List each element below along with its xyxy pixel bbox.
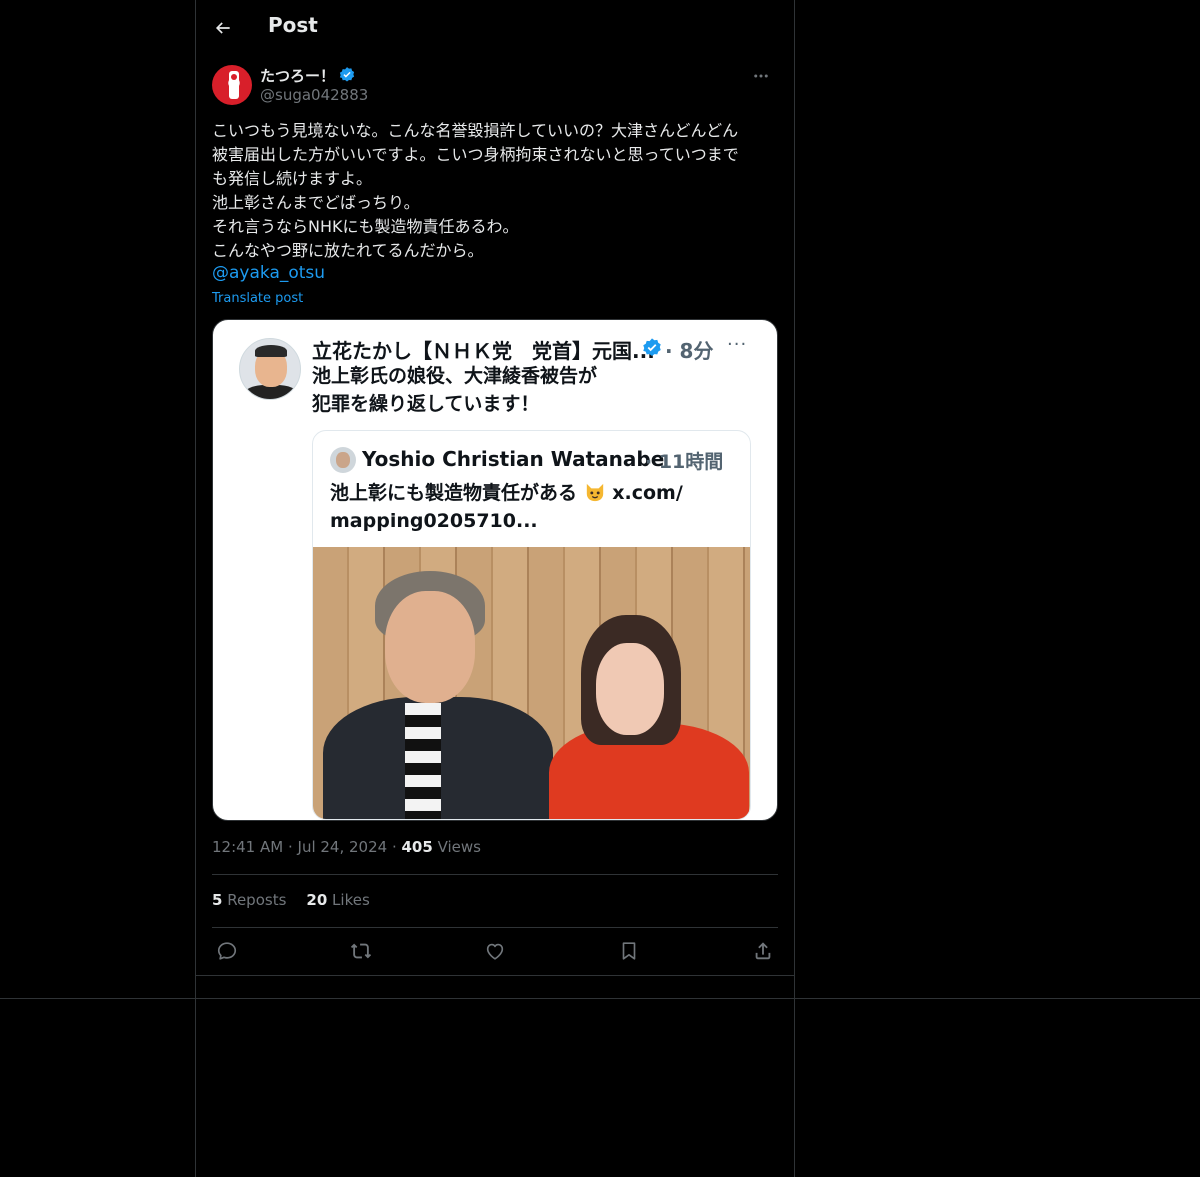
right-column-border bbox=[794, 0, 795, 1177]
likes-label: Likes bbox=[327, 891, 370, 909]
quoted-verified-icon bbox=[643, 338, 661, 356]
likes-count: 20 bbox=[306, 891, 328, 909]
page-divider bbox=[0, 998, 1200, 999]
quoted-text: 池上彰氏の娘役、大津綾香被告が 犯罪を繰り返しています！ bbox=[312, 365, 598, 415]
post-media-image[interactable]: 立花たかし【ＮＨＫ党 党首】元国... · 8分 ··· 池上彰氏の娘役、大津綾… bbox=[212, 319, 778, 821]
inner-avatar-face bbox=[336, 452, 350, 468]
inner-time: · 11時間 bbox=[645, 451, 724, 473]
quoted-author-name: 立花たかし【ＮＨＫ党 党首】元国... bbox=[312, 339, 655, 363]
author-handle[interactable]: @suga042883 bbox=[260, 86, 368, 104]
post-date[interactable]: Jul 24, 2024 bbox=[298, 838, 388, 856]
cat-face-icon bbox=[586, 483, 603, 502]
inner-text: 池上彰にも製造物責任がある x.com/ mapping0205710... bbox=[330, 479, 740, 535]
author-display-name[interactable]: たつろー！ bbox=[260, 65, 335, 86]
post-actions bbox=[212, 930, 778, 974]
more-options-button[interactable] bbox=[744, 64, 778, 88]
inner-avatar bbox=[330, 447, 356, 473]
avatar-graphic-dot bbox=[231, 74, 237, 80]
post-author: たつろー！ @suga042883 bbox=[212, 64, 778, 108]
post-stats: 5 Reposts 20 Likes bbox=[212, 891, 390, 909]
repost-icon bbox=[350, 943, 372, 959]
reply-button[interactable] bbox=[212, 936, 242, 966]
reposts-stat[interactable]: 5 Reposts bbox=[212, 891, 286, 909]
share-icon bbox=[755, 942, 771, 960]
quoted-more-icon: ··· bbox=[727, 334, 748, 355]
post-time[interactable]: 12:41 AM bbox=[212, 838, 283, 856]
views-label: Views bbox=[432, 838, 481, 856]
views-count: 405 bbox=[401, 838, 433, 856]
post-bottom-border bbox=[196, 975, 794, 976]
more-icon bbox=[754, 74, 768, 78]
meta-separator: · bbox=[283, 838, 298, 856]
translate-post-link[interactable]: Translate post bbox=[212, 291, 303, 306]
back-button[interactable] bbox=[206, 11, 240, 45]
page-title: Post bbox=[268, 13, 318, 37]
like-button[interactable] bbox=[480, 936, 510, 966]
post-detail-column: Post たつろー！ @suga042883 こいつもう見境ないな。こんな名誉毀… bbox=[196, 0, 794, 976]
bookmark-button[interactable] bbox=[614, 936, 644, 966]
post-metadata: 12:41 AM · Jul 24, 2024 · 405 Views bbox=[212, 838, 481, 856]
author-avatar[interactable] bbox=[212, 65, 252, 105]
inner-photo bbox=[313, 547, 750, 819]
quoted-time: · 8分 bbox=[665, 339, 714, 363]
post-header: Post bbox=[196, 0, 794, 56]
meta-separator: · bbox=[387, 838, 402, 856]
repost-button[interactable] bbox=[346, 936, 376, 966]
photo-man-face bbox=[385, 591, 475, 703]
reposts-count: 5 bbox=[212, 891, 223, 909]
reply-icon bbox=[217, 942, 237, 960]
avatar-suit bbox=[244, 385, 298, 399]
inner-quoted-card: Yoshio Christian Watanabe · 11時間 池上彰にも製造… bbox=[312, 430, 751, 820]
share-button[interactable] bbox=[748, 936, 778, 966]
likes-stat[interactable]: 20 Likes bbox=[306, 891, 369, 909]
divider bbox=[212, 927, 778, 928]
quoted-avatar bbox=[239, 338, 301, 400]
divider bbox=[212, 874, 778, 875]
like-icon bbox=[486, 943, 504, 960]
arrow-left-icon bbox=[215, 22, 230, 34]
avatar-hair bbox=[255, 345, 287, 357]
inner-text-part1: 池上彰にも製造物責任がある bbox=[330, 482, 578, 504]
bookmark-icon bbox=[622, 942, 636, 960]
reposts-label: Reposts bbox=[222, 891, 287, 909]
photo-man-shirt bbox=[405, 703, 441, 819]
post-text: こいつもう見境ないな。こんな名誉毀損許していいの？大津さんどんどん 被害届出した… bbox=[212, 121, 739, 260]
verified-badge-icon bbox=[339, 67, 355, 82]
mention-link[interactable]: @ayaka_otsu bbox=[212, 263, 325, 283]
photo-woman-face bbox=[596, 643, 664, 735]
inner-author-name: Yoshio Christian Watanabe bbox=[362, 447, 665, 471]
